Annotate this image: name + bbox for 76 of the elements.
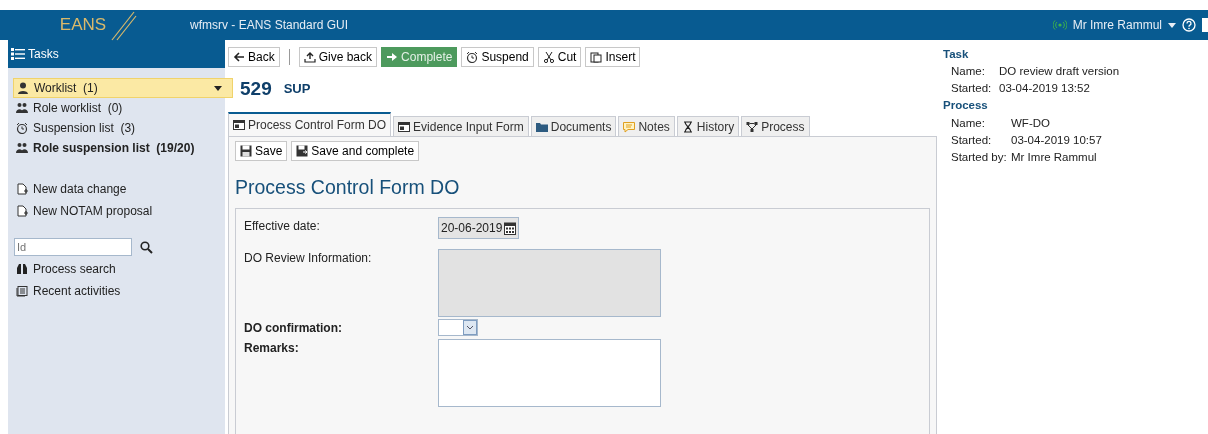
calendar-icon[interactable] (504, 221, 517, 235)
info-label: Started by: (951, 149, 1007, 165)
tab[interactable]: History (676, 116, 740, 136)
new-item-link[interactable]: New data change (8, 178, 225, 200)
info-value: DO review draft version (999, 64, 1120, 80)
info-value: Mr Imre Rammul (1011, 149, 1097, 165)
info-value: 03-04-2019 10:57 (1011, 132, 1102, 148)
user-menu[interactable]: Mr Imre Rammul (1072, 16, 1162, 34)
scissors-icon (542, 50, 555, 63)
logo: EANS (8, 8, 190, 42)
form-icon (233, 119, 245, 131)
folder-icon (535, 120, 548, 133)
hourglass-icon (681, 120, 694, 133)
alarm-clock-icon (16, 122, 28, 134)
tab[interactable]: Process (741, 116, 810, 136)
sidebar-title: Tasks (28, 46, 59, 63)
people-icon (16, 142, 28, 154)
document-icon (16, 285, 28, 297)
toolbar-button[interactable]: Give back (298, 46, 378, 67)
back-arrow-icon (233, 50, 245, 63)
new-item-link[interactable]: New NOTAM proposal (8, 200, 225, 222)
caret-icon[interactable] (214, 86, 222, 92)
info-label: Name: (951, 115, 986, 131)
new-document-icon (16, 205, 28, 217)
save-and-complete-button[interactable]: Save and complete (291, 141, 420, 161)
list-icon (11, 48, 25, 60)
tab[interactable]: Notes (618, 116, 675, 136)
flow-icon (746, 120, 759, 133)
toolbar-button[interactable]: Cut (537, 46, 582, 67)
toolbar-button[interactable]: Suspend (461, 46, 534, 67)
tab[interactable]: Process Control Form DO (228, 112, 392, 136)
field-label: Remarks: (244, 340, 300, 358)
info-label: Started: (951, 132, 993, 148)
section-title: Task (943, 47, 970, 62)
date-field[interactable]: 20-06-2019 (438, 217, 520, 240)
form-title: Process Control Form DO (235, 175, 461, 200)
help-icon[interactable] (1182, 18, 1196, 32)
info-label: Started: (951, 81, 993, 97)
tab[interactable]: Evidence Input Form (393, 116, 529, 136)
dropdown[interactable] (438, 319, 478, 337)
save-icon (240, 145, 252, 157)
sidebar-item[interactable]: Role worklist (0) (8, 98, 225, 118)
info-value: 03-04-2019 13:52 (999, 81, 1090, 97)
toolbar-button[interactable]: Insert (585, 46, 641, 67)
id-search-field[interactable]: Id (14, 238, 132, 256)
field-label: DO confirmation: (244, 320, 343, 338)
sidebar-item[interactable]: Worklist (1) (13, 78, 233, 98)
field-label: Effective date: (244, 218, 321, 236)
info-label: Name: (951, 64, 986, 80)
person-icon (17, 82, 29, 94)
save-icon (296, 145, 309, 157)
save-button[interactable]: Save (235, 141, 288, 161)
search-icon[interactable] (140, 240, 153, 254)
sidebar-link[interactable]: Process search (8, 258, 225, 280)
alarm-clock-icon (466, 50, 479, 63)
field-label: DO Review Information: (244, 250, 373, 268)
info-value: WF-DO (1011, 115, 1050, 131)
people-icon (16, 102, 28, 114)
new-document-icon (16, 183, 28, 195)
upload-icon (303, 50, 316, 63)
note-icon (623, 120, 636, 133)
task-code: SUP (283, 80, 311, 99)
task-number: 529 (240, 76, 272, 101)
binoculars-icon (16, 263, 28, 275)
form-icon (398, 120, 411, 133)
arrow-right-icon (386, 50, 399, 63)
remarks-field[interactable] (438, 339, 661, 408)
sidebar-item[interactable]: Role suspension list (19/20) (8, 138, 225, 158)
toolbar-button[interactable]: Back (228, 46, 280, 67)
app-title: wfmsrv - EANS Standard GUI (190, 17, 350, 34)
sidebar-item[interactable]: Suspension list (3) (8, 118, 225, 138)
section-title: Process (943, 98, 989, 114)
caret-icon[interactable] (1168, 22, 1176, 28)
sidebar-link[interactable]: Recent activities (8, 280, 225, 302)
paste-icon (590, 50, 603, 63)
tab[interactable]: Documents (530, 116, 617, 136)
